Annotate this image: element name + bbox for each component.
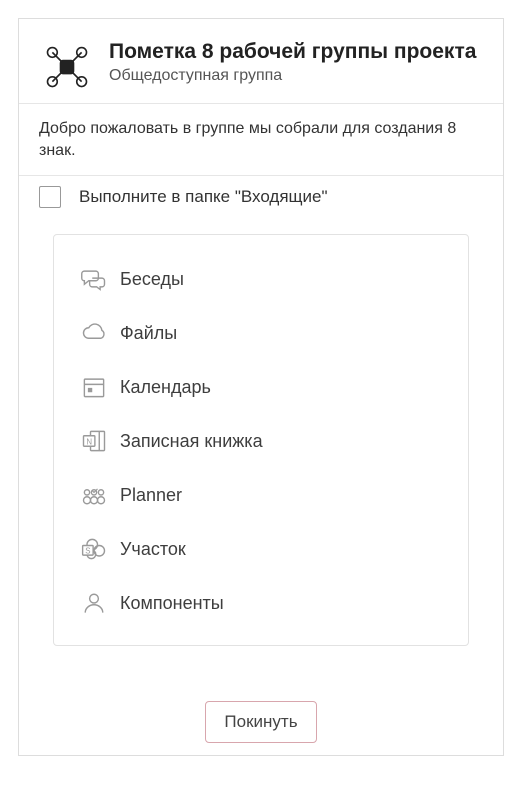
inbox-follow-checkbox[interactable] (39, 186, 61, 208)
group-subtitle: Общедоступная группа (109, 67, 487, 85)
nav-item-conversations[interactable]: Беседы (64, 259, 458, 299)
svg-text:N: N (86, 438, 92, 447)
group-header: Пометка 8 рабочей группы проекта Общедос… (19, 19, 503, 103)
svg-text:S: S (85, 547, 90, 556)
nav-item-label: Записная книжка (120, 431, 263, 452)
cloud-icon (74, 319, 114, 347)
nav-item-notebook[interactable]: N Записная книжка (64, 421, 458, 461)
nav-item-label: Беседы (120, 269, 184, 290)
nav-item-calendar[interactable]: Календарь (64, 367, 458, 407)
inbox-follow-row[interactable]: Выполните в папке "Входящие" (19, 176, 503, 220)
sharepoint-icon: S (74, 535, 114, 563)
person-icon (74, 589, 114, 617)
group-card: Пометка 8 рабочей группы проекта Общедос… (18, 18, 504, 756)
notebook-icon: N (74, 427, 114, 455)
planner-icon (74, 481, 114, 509)
nav-item-planner[interactable]: Planner (64, 475, 458, 515)
nav-item-label: Участок (120, 539, 186, 560)
nav-item-label: Календарь (120, 377, 211, 398)
group-avatar (39, 39, 95, 95)
nav-item-label: Компоненты (120, 593, 224, 614)
calendar-icon (74, 373, 114, 401)
nav-item-site[interactable]: S Участок (64, 529, 458, 569)
group-description: Добро пожаловать в группе мы собрали для… (19, 104, 503, 175)
drone-icon (41, 41, 93, 93)
leave-button[interactable]: Покинуть (205, 701, 316, 743)
group-title: Пометка 8 рабочей группы проекта (109, 39, 487, 65)
nav-item-files[interactable]: Файлы (64, 313, 458, 353)
chat-bubbles-icon (74, 265, 114, 293)
nav-item-label: Planner (120, 485, 182, 506)
nav-panel: Беседы Файлы Календарь (53, 234, 469, 646)
title-block: Пометка 8 рабочей группы проекта Общедос… (109, 39, 487, 85)
nav-item-components[interactable]: Компоненты (64, 583, 458, 623)
footer: Покинуть (19, 701, 503, 743)
inbox-follow-label: Выполните в папке "Входящие" (79, 187, 328, 207)
nav-item-label: Файлы (120, 323, 177, 344)
